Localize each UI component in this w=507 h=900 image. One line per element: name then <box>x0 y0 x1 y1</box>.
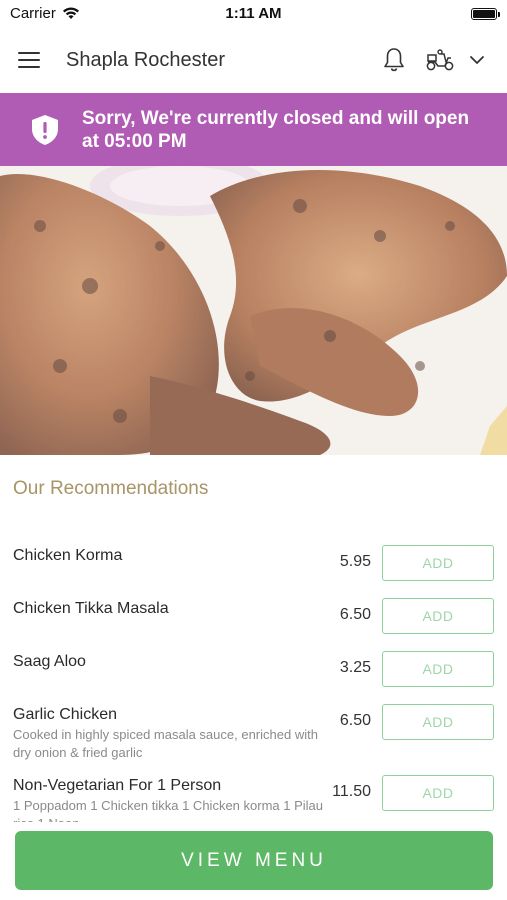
status-bar: Carrier 1:11 AM <box>0 0 507 27</box>
carrier-label: Carrier <box>10 5 56 22</box>
add-button[interactable]: ADD <box>382 775 494 811</box>
hero-image <box>0 166 507 455</box>
app-header: Shapla Rochester <box>0 27 507 93</box>
item-name: Garlic Chicken <box>13 706 118 723</box>
battery-icon <box>471 7 500 20</box>
status-left: Carrier <box>10 5 80 22</box>
item-price: 6.50 <box>339 712 371 729</box>
recommendations-title: Our Recommendations <box>13 478 209 499</box>
add-button[interactable]: ADD <box>382 598 494 634</box>
item-description: 1 Poppadom 1 Chicken tikka 1 Chicken kor… <box>13 798 323 822</box>
item-name: Non-Vegetarian For 1 Person <box>13 777 222 794</box>
item-name: Chicken Tikka Masala <box>13 600 169 617</box>
item-price: 5.95 <box>339 553 371 570</box>
menu-icon[interactable] <box>18 45 48 75</box>
shield-alert-icon <box>32 114 58 145</box>
closed-banner: Sorry, We're currently closed and will o… <box>0 93 507 166</box>
add-button[interactable]: ADD <box>382 704 494 740</box>
item-description: Cooked in highly spiced masala sauce, en… <box>13 727 318 760</box>
bell-icon[interactable] <box>379 45 409 75</box>
add-button[interactable]: ADD <box>382 651 494 687</box>
add-button[interactable]: ADD <box>382 545 494 581</box>
item-name: Chicken Korma <box>13 547 123 564</box>
scooter-icon[interactable] <box>423 45 457 75</box>
item-price: 11.50 <box>332 783 371 800</box>
recommendations-list: Chicken Korma 5.95 ADD Chicken Tikka Mas… <box>0 530 507 822</box>
item-price: 3.25 <box>339 659 371 676</box>
chevron-down-icon[interactable] <box>465 45 489 75</box>
page-title: Shapla Rochester <box>66 48 225 71</box>
item-price: 6.50 <box>339 606 371 623</box>
view-menu-button[interactable]: VIEW MENU <box>15 831 493 890</box>
wifi-icon <box>62 7 79 19</box>
item-name: Saag Aloo <box>13 653 86 670</box>
closed-message: Sorry, We're currently closed and will o… <box>82 107 470 152</box>
